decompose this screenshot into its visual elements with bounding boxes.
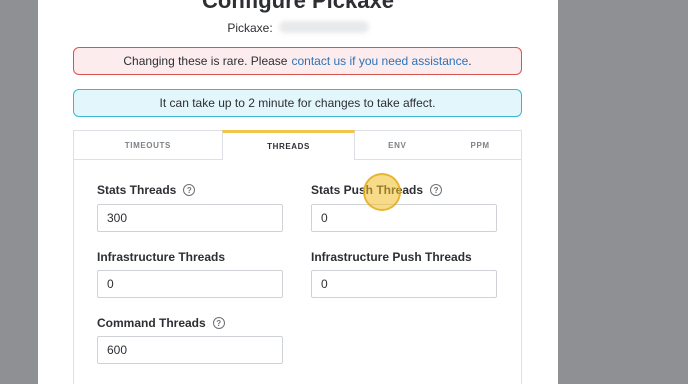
propagation-info-alert: It can take up to 2 minute for changes t…: [73, 89, 522, 117]
command-threads-input[interactable]: [97, 336, 283, 364]
contact-us-link[interactable]: contact us if you need assistance: [291, 54, 468, 68]
stats-push-threads-label-text: Stats Push Threads: [311, 183, 424, 197]
infrastructure-threads-label: Infrastructure Threads: [97, 250, 225, 264]
info-text: It can take up to 2 minute for changes t…: [159, 96, 436, 110]
help-icon[interactable]: ?: [430, 184, 443, 196]
pickaxe-row: Pickaxe:: [38, 21, 558, 35]
warning-end: .: [468, 54, 472, 68]
infrastructure-threads-input[interactable]: [97, 270, 283, 298]
rare-changes-alert: Changing these is rare. Please contact us…: [73, 47, 522, 75]
configure-pickaxe-modal: Configure Pickaxe Pickaxe: Changing thes…: [38, 0, 558, 384]
tab-ppm[interactable]: PPM: [439, 131, 521, 159]
stats-threads-label-text: Stats Threads: [97, 183, 177, 197]
pickaxe-name-redacted: [278, 21, 369, 33]
pickaxe-label: Pickaxe:: [227, 21, 273, 35]
modal-title: Configure Pickaxe: [202, 0, 394, 13]
infrastructure-push-threads-input[interactable]: [311, 270, 497, 298]
tab-bar: TIMEOUTS THREADS ENV PPM: [74, 130, 521, 160]
page-backdrop-right: [558, 0, 688, 384]
tab-env[interactable]: ENV: [355, 131, 439, 159]
infrastructure-push-threads-label: Infrastructure Push Threads: [311, 250, 472, 264]
stats-push-threads-input[interactable]: [311, 204, 497, 232]
stats-push-threads-label: Stats Push Threads ?: [311, 183, 443, 197]
infrastructure-push-threads-label-text: Infrastructure Push Threads: [311, 250, 472, 264]
help-icon[interactable]: ?: [183, 184, 196, 196]
command-threads-label-text: Command Threads: [97, 316, 206, 330]
help-icon[interactable]: ?: [212, 317, 225, 329]
command-threads-label: Command Threads ?: [97, 316, 225, 330]
tab-timeouts[interactable]: TIMEOUTS: [74, 131, 222, 159]
warning-text: Changing these is rare. Please: [123, 54, 288, 68]
stats-threads-input[interactable]: [97, 204, 283, 232]
stats-threads-label: Stats Threads ?: [97, 183, 196, 197]
infrastructure-threads-label-text: Infrastructure Threads: [97, 250, 226, 264]
tab-threads[interactable]: THREADS: [221, 130, 356, 160]
